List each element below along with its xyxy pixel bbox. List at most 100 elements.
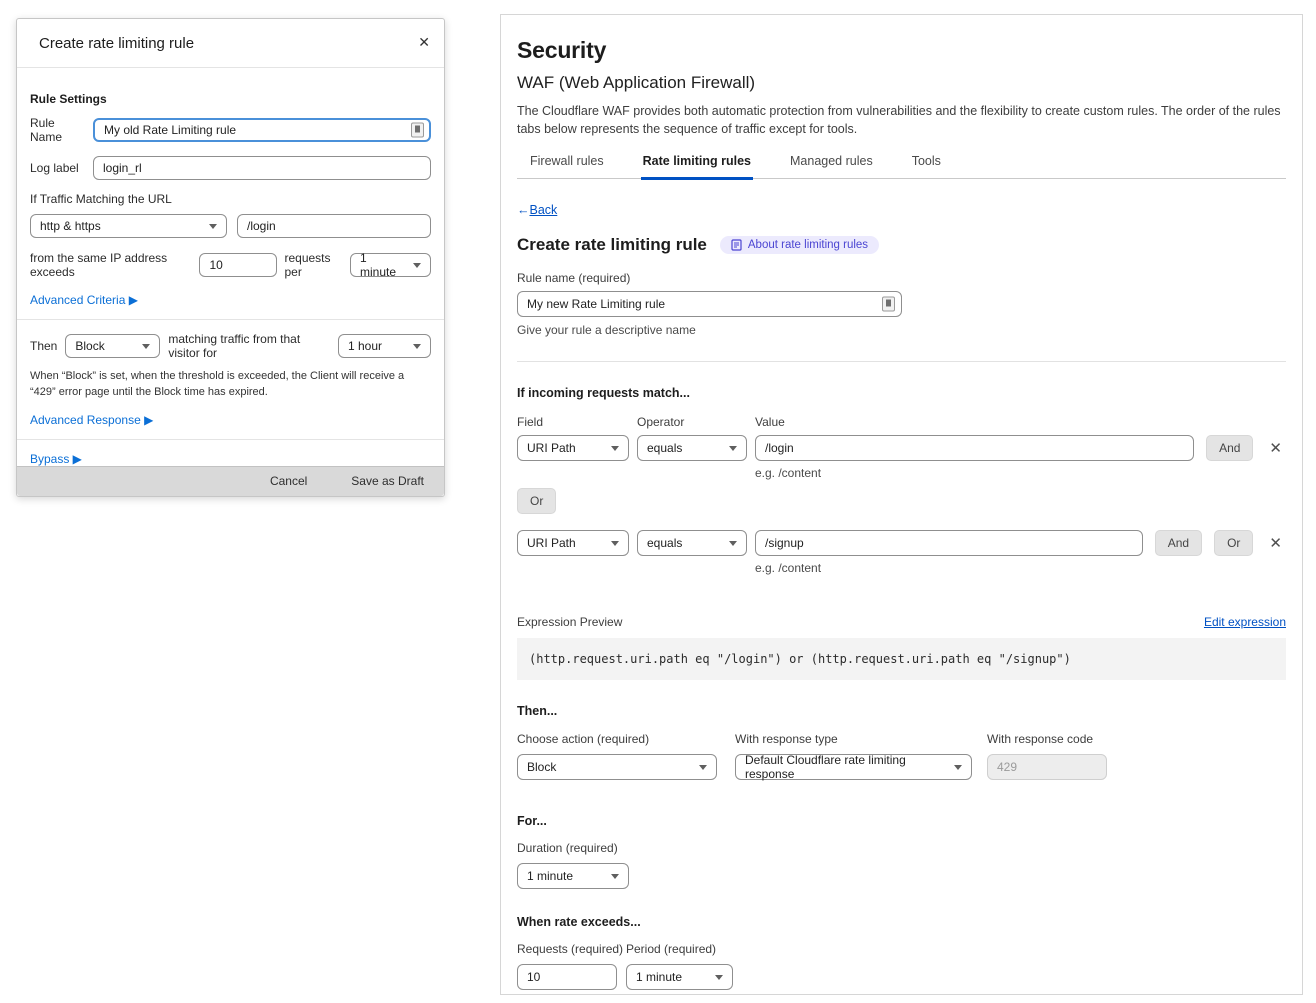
requests-label: Requests (required): [517, 942, 626, 956]
tab-tools[interactable]: Tools: [910, 154, 943, 180]
chevron-down-icon: [611, 874, 619, 879]
response-type-label: With response type: [735, 732, 972, 746]
value-helper: e.g. /content: [755, 466, 1286, 480]
response-code-input: [987, 754, 1107, 780]
about-rate-limiting-rules-badge[interactable]: About rate limiting rules: [720, 236, 879, 254]
remove-condition-icon[interactable]: ✕: [1269, 536, 1282, 551]
remove-condition-icon[interactable]: ✕: [1269, 441, 1282, 456]
condition-row: URI Path equals And Or ✕: [517, 530, 1286, 556]
traffic-match-label: If Traffic Matching the URL: [30, 192, 431, 206]
ban-duration-select[interactable]: 1 hour: [338, 334, 431, 358]
page-title: Security: [517, 37, 1286, 64]
url-match-row: http & https: [30, 214, 431, 238]
tab-rate-limiting-rules[interactable]: Rate limiting rules: [641, 154, 753, 180]
tab-managed-rules[interactable]: Managed rules: [788, 154, 875, 180]
create-rule-heading: Create rate limiting rule: [517, 235, 707, 255]
response-code-label: With response code: [987, 732, 1107, 746]
operator-select[interactable]: equals: [637, 530, 747, 556]
doc-icon: [731, 239, 742, 251]
field-column-label: Field: [517, 415, 629, 429]
chevron-down-icon: [611, 541, 619, 546]
advanced-response-link[interactable]: Advanced Response ▶: [30, 413, 431, 427]
chevron-down-icon: [954, 765, 962, 770]
page-description: The Cloudflare WAF provides both automat…: [517, 102, 1283, 138]
edit-expression-link[interactable]: Edit expression: [1204, 615, 1286, 629]
divider: [517, 361, 1286, 362]
period-select[interactable]: 1 minute: [626, 964, 733, 990]
create-rate-limiting-rule-dialog: Create rate limiting rule ✕ Rule Setting…: [16, 18, 445, 497]
value-input[interactable]: [755, 435, 1194, 461]
choose-action-select[interactable]: Block: [517, 754, 717, 780]
log-label-row: Log label: [30, 156, 431, 180]
back-label: Back: [530, 203, 558, 217]
rate-section-heading: When rate exceeds...: [517, 915, 1286, 929]
rule-name-input[interactable]: [517, 291, 902, 317]
rule-name-row: Rule Name: [30, 116, 431, 144]
bypass-link[interactable]: Bypass ▶: [30, 452, 431, 466]
chevron-down-icon: [209, 224, 217, 229]
chevron-down-icon: [715, 975, 723, 980]
expression-code: (http.request.uri.path eq "/login") or (…: [517, 638, 1286, 680]
rule-name-helper: Give your rule a descriptive name: [517, 323, 1286, 337]
threshold-prefix-label: from the same IP address exceeds: [30, 251, 192, 279]
close-icon[interactable]: ✕: [418, 35, 430, 49]
requests-input[interactable]: [199, 253, 277, 277]
back-link[interactable]: ←Back: [517, 203, 1286, 217]
duration-select[interactable]: 1 minute: [517, 863, 629, 889]
expression-preview-label: Expression Preview: [517, 615, 622, 629]
period-label: Period (required): [626, 942, 716, 956]
scheme-select[interactable]: http & https: [30, 214, 227, 238]
operator-column-label: Operator: [637, 415, 747, 429]
period-select[interactable]: 1 minute: [350, 253, 431, 277]
badge-label: About rate limiting rules: [748, 239, 868, 251]
field-select[interactable]: URI Path: [517, 435, 629, 461]
or-button[interactable]: Or: [1214, 530, 1253, 556]
dialog-footer: Cancel Save as Draft: [17, 466, 444, 496]
and-button[interactable]: And: [1206, 435, 1253, 461]
divider: [17, 319, 444, 320]
divider: [17, 439, 444, 440]
rule-name-label: Rule name (required): [517, 271, 1286, 285]
autofill-icon: [882, 297, 895, 312]
waf-tabs: Firewall rules Rate limiting rules Manag…: [517, 154, 1286, 179]
chevron-down-icon: [413, 344, 421, 349]
save-as-draft-button[interactable]: Save as Draft: [351, 474, 424, 488]
tab-firewall-rules[interactable]: Firewall rules: [528, 154, 606, 180]
condition-row: URI Path equals And ✕: [517, 435, 1286, 461]
value-input[interactable]: [755, 530, 1143, 556]
rule-name-label: Rule Name: [30, 116, 85, 144]
chevron-down-icon: [611, 446, 619, 451]
chevron-down-icon: [413, 263, 421, 268]
and-button[interactable]: And: [1155, 530, 1202, 556]
rule-name-input[interactable]: [93, 118, 431, 142]
cancel-button[interactable]: Cancel: [270, 474, 307, 488]
then-row: Then Block matching traffic from that vi…: [30, 332, 431, 360]
threshold-row: from the same IP address exceeds request…: [30, 251, 431, 279]
choose-action-label: Choose action (required): [517, 732, 717, 746]
autofill-icon: [411, 123, 424, 138]
block-note: When “Block” is set, when the threshold …: [30, 369, 431, 401]
dialog-title: Create rate limiting rule: [39, 35, 194, 52]
match-section-heading: If incoming requests match...: [517, 386, 1286, 400]
value-column-label: Value: [755, 415, 785, 429]
duration-label: Duration (required): [517, 841, 1286, 855]
then-label: Then: [30, 339, 57, 353]
action-select[interactable]: Block: [65, 334, 160, 358]
then-middle-label: matching traffic from that visitor for: [168, 332, 330, 360]
or-button[interactable]: Or: [517, 488, 556, 514]
field-select[interactable]: URI Path: [517, 530, 629, 556]
requests-input[interactable]: [517, 964, 617, 990]
waf-rate-limiting-panel: Security WAF (Web Application Firewall) …: [500, 14, 1303, 995]
dialog-header: Create rate limiting rule ✕: [17, 19, 444, 68]
url-input[interactable]: [237, 214, 431, 238]
response-type-select[interactable]: Default Cloudflare rate limiting respons…: [735, 754, 972, 780]
then-section-heading: Then...: [517, 704, 1286, 718]
for-section-heading: For...: [517, 814, 1286, 828]
dialog-body: Rule Settings Rule Name Log label If Tra…: [17, 68, 444, 466]
rule-settings-heading: Rule Settings: [30, 92, 431, 106]
advanced-criteria-link[interactable]: Advanced Criteria ▶: [30, 293, 431, 307]
operator-select[interactable]: equals: [637, 435, 747, 461]
value-helper: e.g. /content: [755, 561, 1286, 575]
log-label-input[interactable]: [93, 156, 431, 180]
page-subtitle: WAF (Web Application Firewall): [517, 73, 1286, 93]
